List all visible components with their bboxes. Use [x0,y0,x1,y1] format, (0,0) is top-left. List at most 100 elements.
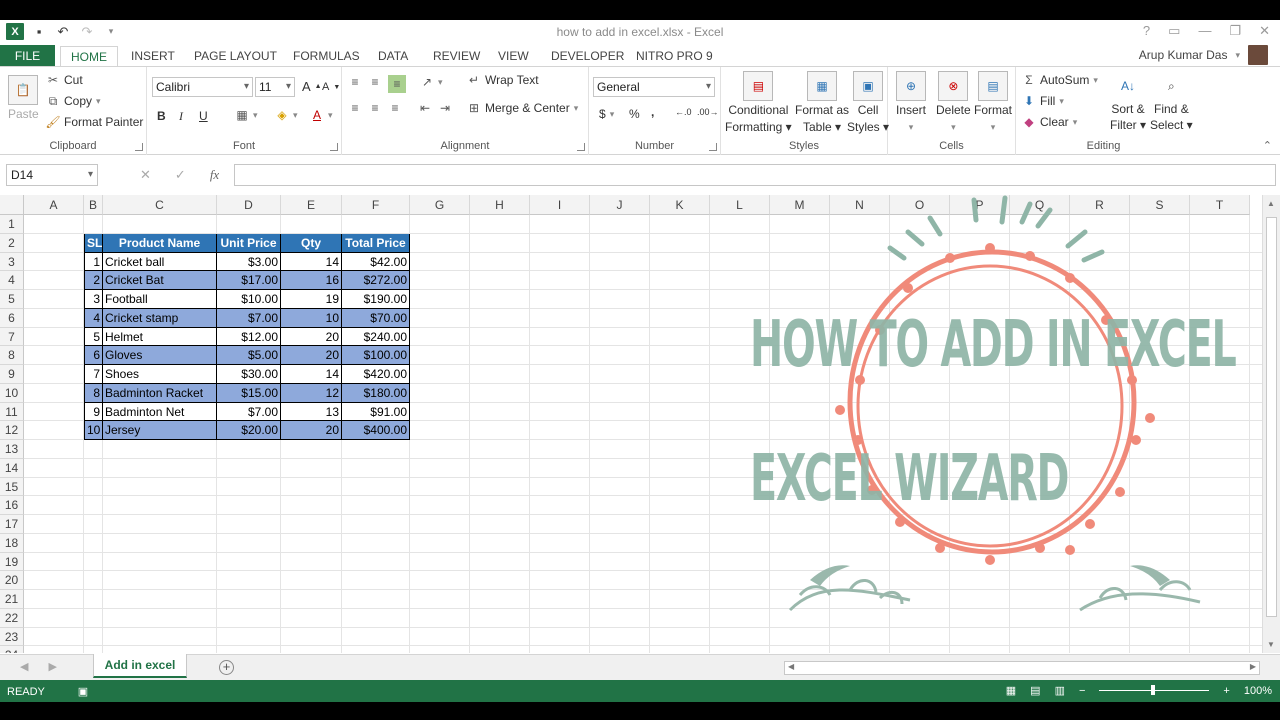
row-header[interactable]: 13 [0,440,24,459]
clear-button[interactable]: ◆ Clear ▾ [1022,115,1077,129]
tab-developer[interactable]: DEVELOPER [541,46,634,67]
table-header-cell[interactable]: Product Name [103,233,217,253]
decrease-indent-icon[interactable]: ⇤ [418,101,432,115]
table-cell[interactable]: $400.00 [342,421,410,440]
align-middle-icon[interactable]: ≡ [368,75,382,89]
table-cell[interactable]: 14 [281,365,342,384]
table-cell[interactable]: $100.00 [342,346,410,365]
row-header[interactable]: 23 [0,627,24,647]
table-cell[interactable]: 1 [84,252,103,272]
row-header[interactable]: 6 [0,308,24,328]
increase-font-icon[interactable]: A ▲ [302,79,322,94]
collapse-ribbon-icon[interactable]: ⌃ [1263,139,1272,152]
table-cell[interactable]: Shoes [103,365,217,384]
zoom-slider[interactable] [1099,685,1210,695]
close-icon[interactable]: ✕ [1259,23,1270,39]
table-cell[interactable]: Badminton Net [103,402,217,422]
table-header-cell[interactable]: Unit Price [217,233,281,253]
table-cell[interactable]: Football [103,290,217,309]
borders-button[interactable]: ▦ ▾ [235,108,257,122]
column-header[interactable]: O [890,195,950,215]
cell-styles-button[interactable]: ▣ Cell Styles ▾ [847,71,889,135]
zoom-slider-thumb[interactable] [1151,685,1156,695]
table-cell[interactable]: Jersey [103,421,217,440]
table-cell[interactable]: 3 [84,290,103,309]
bold-button[interactable]: B [157,109,166,123]
column-header[interactable]: P [950,195,1010,215]
table-cell[interactable]: 14 [281,252,342,272]
table-header-cell[interactable]: Qty [281,233,342,253]
alignment-launcher-icon[interactable] [577,143,585,151]
format-painter-button[interactable]: 🖌 Format Painter [45,115,143,129]
normal-view-icon[interactable]: ▦ [1006,684,1016,697]
vertical-scroll-thumb[interactable] [1266,217,1277,617]
scroll-down-icon[interactable]: ▼ [1267,640,1275,649]
column-header[interactable]: L [710,195,770,215]
row-header[interactable]: 5 [0,290,24,309]
column-header[interactable]: I [530,195,590,215]
table-cell[interactable]: $180.00 [342,383,410,403]
underline-button[interactable]: U [199,109,208,123]
column-header[interactable]: D [217,195,281,215]
table-cell[interactable]: Cricket Bat [103,271,217,290]
table-cell[interactable]: Cricket ball [103,252,217,272]
row-header[interactable]: 19 [0,552,24,572]
table-cell[interactable]: $70.00 [342,308,410,328]
row-header[interactable]: 12 [0,421,24,440]
table-cell[interactable]: $30.00 [217,365,281,384]
help-icon[interactable]: ? [1143,23,1150,39]
copy-button[interactable]: ⧉ Copy ▾ [46,94,101,109]
sheet-prev-icon[interactable]: ◀ [20,660,28,673]
table-cell[interactable]: 10 [281,308,342,328]
align-bottom-icon[interactable]: ≡ [388,75,406,93]
align-center-icon[interactable]: ≡ [368,101,382,115]
zoom-level[interactable]: 100% [1244,685,1272,697]
scroll-right-icon[interactable]: ▶ [1250,662,1256,671]
percent-button[interactable]: % [629,107,640,121]
paste-button[interactable]: 📋 Paste [8,75,39,121]
row-header[interactable]: 21 [0,590,24,609]
table-cell[interactable]: 2 [84,271,103,290]
table-cell[interactable]: $3.00 [217,252,281,272]
column-header[interactable]: K [650,195,710,215]
row-header[interactable]: 7 [0,327,24,347]
column-header[interactable]: R [1070,195,1130,215]
fill-button[interactable]: ⬇ Fill ▾ [1022,94,1064,108]
orientation-icon[interactable]: ↗ ▾ [420,75,443,89]
align-right-icon[interactable]: ≡ [388,101,402,115]
row-header[interactable]: 14 [0,458,24,478]
select-all-corner[interactable] [0,195,24,215]
decrease-decimal-icon[interactable]: .00→ [697,107,719,117]
column-header[interactable]: N [830,195,890,215]
table-cell[interactable]: Gloves [103,346,217,365]
fill-color-button[interactable]: ◈ ▾ [275,108,297,122]
tab-page-layout[interactable]: PAGE LAYOUT [184,46,287,67]
tab-view[interactable]: VIEW [488,46,539,67]
restore-icon[interactable]: ❐ [1229,23,1241,39]
decrease-font-icon[interactable]: A ▼ [322,81,340,93]
zoom-in-icon[interactable]: + [1223,685,1229,697]
conditional-formatting-button[interactable]: ▤ Conditional Formatting ▾ [725,71,792,135]
row-header[interactable]: 18 [0,533,24,553]
table-cell[interactable]: 7 [84,365,103,384]
row-header[interactable]: 4 [0,271,24,290]
insert-cells-button[interactable]: ⊕ Insert ▾ [896,71,926,135]
row-header[interactable]: 3 [0,252,24,272]
table-cell[interactable]: $10.00 [217,290,281,309]
italic-button[interactable]: I [179,109,183,124]
table-cell[interactable]: 5 [84,327,103,347]
wrap-text-button[interactable]: ↵ Wrap Text [467,73,539,87]
table-cell[interactable]: $5.00 [217,346,281,365]
row-header[interactable]: 15 [0,477,24,497]
scroll-up-icon[interactable]: ▲ [1267,199,1275,208]
table-cell[interactable]: Badminton Racket [103,383,217,403]
page-layout-view-icon[interactable]: ▤ [1030,684,1040,697]
table-cell[interactable]: 10 [84,421,103,440]
table-cell[interactable]: 19 [281,290,342,309]
tab-nitro-pro[interactable]: NITRO PRO 9 [626,46,723,67]
column-header[interactable]: T [1190,195,1250,215]
column-header[interactable]: J [590,195,650,215]
row-header[interactable]: 9 [0,365,24,384]
increase-decimal-icon[interactable]: ←.0 [675,107,692,117]
font-size-combo[interactable]: 11 [255,77,295,97]
